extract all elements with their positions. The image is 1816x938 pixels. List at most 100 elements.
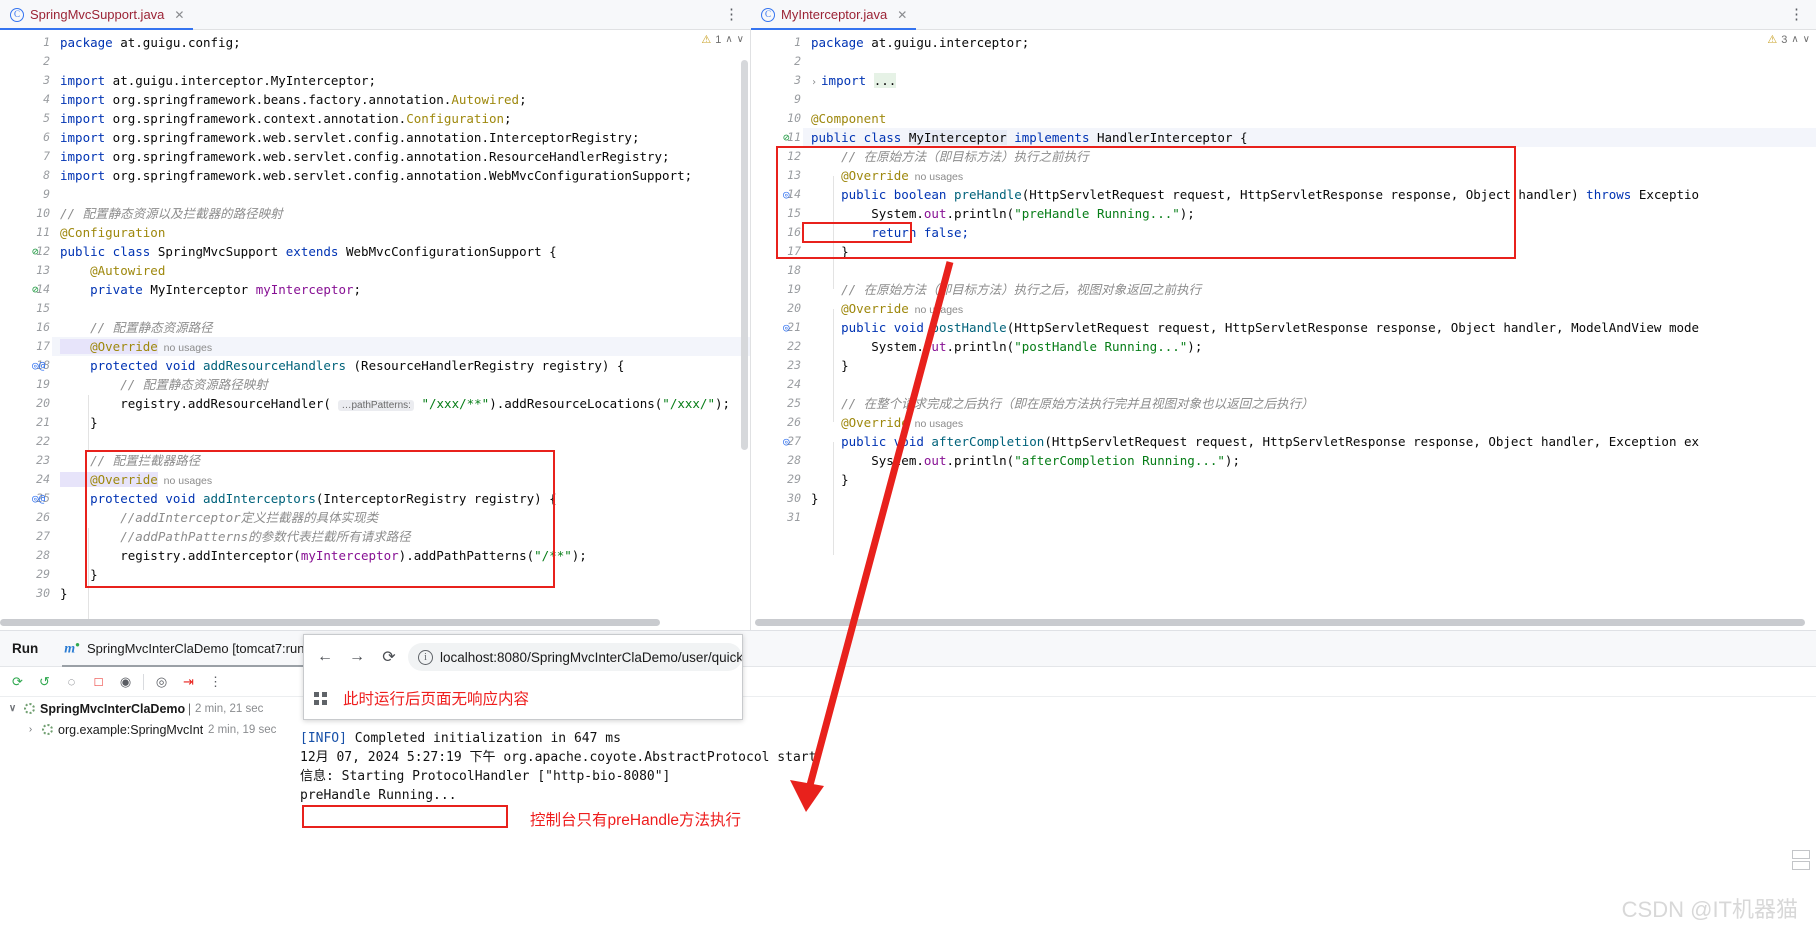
bean-gutter-icon[interactable]: ⊘ bbox=[32, 242, 39, 261]
more-options-button[interactable]: ⋮ bbox=[202, 668, 229, 695]
code-line[interactable]: } bbox=[811, 470, 849, 489]
code-line[interactable]: System.out.println("postHandle Running..… bbox=[811, 337, 1202, 356]
chevron-up-icon[interactable]: ∧ bbox=[725, 34, 732, 45]
code-line[interactable]: import org.springframework.beans.factory… bbox=[60, 90, 527, 109]
right-code-editor[interactable]: ⚠ 3 ∧ ∨ 1 2 3 9 10 11 12 13 14 15 16 17 18 19 20 21 22 23… bbox=[751, 30, 1816, 630]
apps-grid-icon[interactable] bbox=[314, 691, 327, 705]
stop-button[interactable]: □ bbox=[85, 668, 112, 695]
code-line[interactable]: } bbox=[811, 356, 849, 375]
override-gutter-icon[interactable]: ◎@ bbox=[32, 489, 45, 508]
override-gutter-icon[interactable]: ◎ bbox=[783, 318, 790, 337]
chevron-up-icon[interactable]: ∧ bbox=[1791, 34, 1798, 45]
code-line[interactable]: protected void addInterceptors(Intercept… bbox=[60, 489, 557, 508]
code-line[interactable]: import org.springframework.context.annot… bbox=[60, 109, 512, 128]
left-inspection-widget[interactable]: ⚠ 1 ∧ ∨ bbox=[701, 33, 744, 47]
close-icon[interactable]: ✕ bbox=[174, 8, 184, 22]
code-line[interactable]: // 配置静态资源以及拦截器的路径映射 bbox=[60, 204, 283, 223]
code-line[interactable]: // 在整个请求完成之后执行（即在原始方法执行完并且视图对象也以返回之后执行） bbox=[811, 394, 1314, 413]
fold-arrow-icon[interactable]: › bbox=[811, 77, 817, 88]
code-line[interactable]: package at.guigu.config; bbox=[60, 33, 241, 52]
code-line[interactable]: //addInterceptor定义拦截器的具体实现类 bbox=[60, 508, 378, 527]
right-code-lines[interactable]: package at.guigu.interceptor; › import ...… bbox=[803, 30, 1816, 630]
code-line[interactable]: import org.springframework.web.servlet.c… bbox=[60, 147, 670, 166]
address-bar[interactable]: i localhost:8080/SpringMvcInterClaDemo/u… bbox=[408, 643, 742, 671]
screenshot-button[interactable]: ◎ bbox=[148, 668, 175, 695]
code-line[interactable]: // 在原始方法（即目标方法）执行之后，视图对象返回之前执行 bbox=[811, 280, 1201, 299]
left-horizontal-scrollbar[interactable] bbox=[0, 619, 660, 626]
code-line[interactable]: import at.guigu.interceptor.MyIntercepto… bbox=[60, 71, 376, 90]
code-line[interactable]: //addPathPatterns的参数代表拦截所有请求路径 bbox=[60, 527, 410, 546]
export-button[interactable]: ⇥ bbox=[175, 668, 202, 695]
code-token: (InterceptorRegistry registry) { bbox=[315, 491, 557, 506]
code-line[interactable]: @Override no usages bbox=[60, 470, 212, 489]
code-line[interactable]: import org.springframework.web.servlet.c… bbox=[60, 128, 639, 147]
code-line[interactable]: › import ... bbox=[811, 71, 897, 90]
bean-gutter-icon[interactable]: ⊘ bbox=[32, 280, 39, 299]
rerun-failed-button[interactable]: ↺ bbox=[31, 668, 58, 695]
code-line[interactable]: package at.guigu.interceptor; bbox=[811, 33, 1029, 52]
run-with-coverage-button[interactable]: ◌ bbox=[58, 668, 85, 695]
run-console-output[interactable]: [INFO] Completed initialization in 647 m… bbox=[300, 729, 1816, 938]
code-token: org.springframework.web.servlet.config.a… bbox=[105, 168, 693, 183]
info-icon[interactable]: i bbox=[418, 649, 433, 665]
rerun-button[interactable]: ⟳ bbox=[4, 668, 31, 695]
editor-corner-widget[interactable] bbox=[1792, 850, 1810, 878]
left-vertical-scrollbar[interactable] bbox=[741, 60, 748, 450]
code-line[interactable]: registry.addResourceHandler( …pathPatter… bbox=[60, 394, 730, 413]
code-line[interactable]: private MyInterceptor myInterceptor; bbox=[60, 280, 361, 299]
code-line[interactable]: registry.addInterceptor(myInterceptor).a… bbox=[60, 546, 587, 565]
code-line[interactable]: @Autowired bbox=[60, 261, 165, 280]
code-line[interactable]: @Override no usages bbox=[60, 337, 212, 356]
code-line[interactable]: public boolean preHandle(HttpServletRequ… bbox=[811, 185, 1699, 204]
code-token: ).addPathPatterns( bbox=[398, 548, 535, 563]
tab-myinterceptor-java[interactable]: C MyInterceptor.java ✕ bbox=[751, 0, 917, 31]
left-gutter[interactable]: 1 2 3 4 5 6 7 8 9 10 11 12 13 14 15 16 17 18 19 20 21 22 23 24 2… bbox=[0, 30, 52, 630]
right-gutter[interactable]: 1 2 3 9 10 11 12 13 14 15 16 17 18 19 20 21 22 23 24 25 26 27… bbox=[751, 30, 803, 630]
override-gutter-icon[interactable]: ◎@ bbox=[32, 356, 45, 375]
code-line[interactable]: } bbox=[811, 242, 849, 261]
run-configuration-tab[interactable]: m● SpringMvcInterClaDemo [tomcat7:run] ✕ bbox=[54, 631, 338, 667]
code-line[interactable]: } bbox=[60, 565, 98, 584]
code-line[interactable]: } bbox=[811, 489, 819, 508]
right-inspection-widget[interactable]: ⚠ 3 ∧ ∨ bbox=[1767, 33, 1810, 47]
tree-expand-arrow-icon[interactable]: › bbox=[24, 724, 37, 735]
code-line[interactable]: System.out.println("preHandle Running...… bbox=[811, 204, 1195, 223]
code-line[interactable]: System.out.println("afterCompletion Runn… bbox=[811, 451, 1240, 470]
tree-row[interactable]: › org.example:SpringMvcInterClaDemo 2 min,… bbox=[0, 719, 295, 740]
browser-window-overlay[interactable]: ← → ⟳ i localhost:8080/SpringMvcInterCla… bbox=[303, 634, 743, 720]
left-code-lines[interactable]: package at.guigu.config; import at.guigu.… bbox=[52, 30, 750, 630]
code-line[interactable]: @Component bbox=[811, 109, 886, 128]
code-line[interactable]: } bbox=[60, 584, 68, 603]
code-line[interactable]: public class SpringMvcSupport extends We… bbox=[60, 242, 557, 261]
toggle-preview-button[interactable]: ◉ bbox=[112, 668, 139, 695]
kebab-menu-icon[interactable]: ⋮ bbox=[712, 7, 751, 22]
forward-icon[interactable]: → bbox=[344, 644, 370, 670]
code-line[interactable]: } bbox=[60, 413, 98, 432]
code-line[interactable]: // 配置拦截器路径 bbox=[60, 451, 200, 470]
override-gutter-icon[interactable]: ◎ bbox=[783, 432, 790, 451]
chevron-down-icon[interactable]: ∨ bbox=[1803, 34, 1810, 45]
tab-springmvcsupport-java[interactable]: C SpringMvcSupport.java ✕ bbox=[0, 0, 194, 31]
back-icon[interactable]: ← bbox=[312, 644, 338, 670]
chevron-down-icon[interactable]: ∨ bbox=[737, 34, 744, 45]
run-task-tree[interactable]: ∨ SpringMvcInterClaDemo [tomcat7:run] 2 mi… bbox=[0, 698, 295, 740]
tree-row[interactable]: ∨ SpringMvcInterClaDemo [tomcat7:run] 2 mi… bbox=[0, 698, 295, 719]
left-code-editor[interactable]: ⚠ 1 ∧ ∨ 1 2 3 4 5 6 7 8 9 10 11 12 13 14 15 16 17 18 19 20 2… bbox=[0, 30, 751, 630]
code-line[interactable]: @Configuration bbox=[60, 223, 165, 242]
code-line[interactable]: protected void addResourceHandlers (Reso… bbox=[60, 356, 624, 375]
close-icon[interactable]: ✕ bbox=[897, 8, 907, 22]
reload-icon[interactable]: ⟳ bbox=[376, 644, 402, 670]
code-line[interactable]: public void postHandle(HttpServletReques… bbox=[811, 318, 1699, 337]
code-line[interactable]: public void afterCompletion(HttpServletR… bbox=[811, 432, 1699, 451]
right-horizontal-scrollbar[interactable] bbox=[755, 619, 1805, 626]
code-line[interactable]: // 配置静态资源路径 bbox=[60, 318, 213, 337]
bean-gutter-icon[interactable]: ⊘ bbox=[783, 128, 790, 147]
code-line[interactable]: public class MyInterceptor implements Ha… bbox=[811, 128, 1248, 147]
code-line[interactable]: return false; bbox=[811, 223, 969, 242]
code-line[interactable]: // 配置静态资源路径映射 bbox=[60, 375, 268, 394]
kebab-menu-icon[interactable]: ⋮ bbox=[1777, 7, 1816, 22]
code-line[interactable]: import org.springframework.web.servlet.c… bbox=[60, 166, 692, 185]
code-line[interactable]: // 在原始方法（即目标方法）执行之前执行 bbox=[811, 147, 1089, 166]
override-gutter-icon[interactable]: ◎ bbox=[783, 185, 790, 204]
tree-expand-arrow-icon[interactable]: ∨ bbox=[6, 703, 19, 714]
